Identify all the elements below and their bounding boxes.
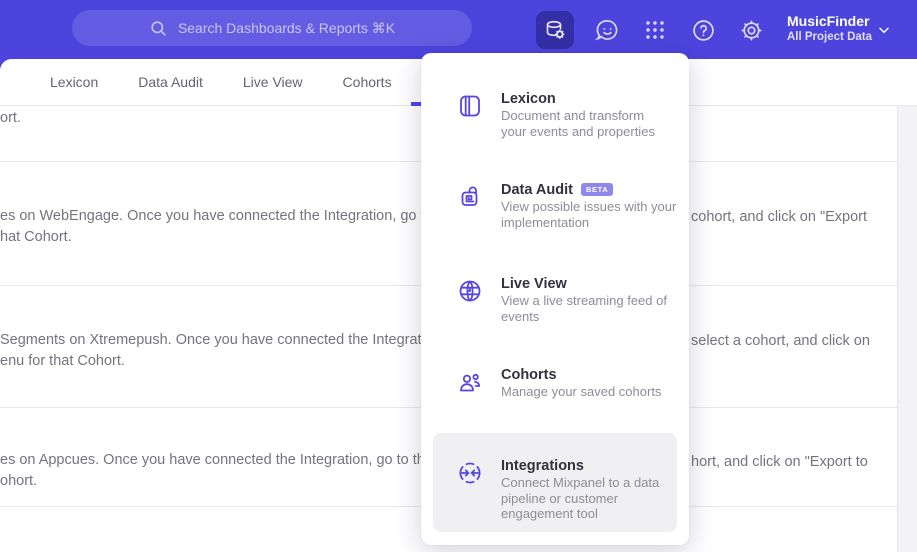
- menu-item-title: Lexicon: [501, 91, 556, 107]
- settings-button[interactable]: [732, 11, 770, 49]
- search-input[interactable]: Search Dashboards & Reports ⌘K: [72, 10, 472, 46]
- lexicon-icon: [457, 93, 483, 119]
- data-management-button[interactable]: [536, 11, 574, 49]
- cohorts-icon: [457, 369, 483, 395]
- row-text: select a cohort, and click on: [691, 333, 870, 349]
- menu-item-cohorts[interactable]: Cohorts Manage your saved cohorts: [457, 366, 677, 400]
- menu-item-live-view[interactable]: Live View View a live streaming feed of …: [457, 275, 677, 324]
- search-placeholder: Search Dashboards & Reports ⌘K: [177, 19, 396, 36]
- menu-item-desc: Document and transform: [501, 108, 645, 123]
- apps-button[interactable]: [636, 11, 674, 49]
- row-text: es on Appcues. Once you have connected t…: [0, 452, 449, 468]
- row-text: cohort, and click on "Export: [691, 209, 868, 225]
- menu-item-title: Live View: [501, 276, 567, 292]
- apps-grid-icon: [646, 21, 664, 39]
- tab-data-audit[interactable]: Data Audit: [138, 74, 203, 90]
- menu-item-title: Data Audit: [501, 182, 573, 198]
- menu-item-desc: engagement tool: [501, 506, 598, 521]
- project-switcher[interactable]: MusicFinder All Project Data: [787, 12, 872, 45]
- menu-item-desc: View possible issues with your: [501, 199, 677, 214]
- settings-gear-icon: [741, 20, 761, 41]
- project-subtitle: All Project Data: [787, 31, 872, 43]
- live-view-icon: [457, 278, 483, 304]
- chevron-down-icon[interactable]: [877, 23, 891, 37]
- feedback-smiley-icon: [594, 19, 617, 40]
- search-icon: [151, 20, 166, 36]
- row-text: ort.: [0, 110, 21, 126]
- menu-item-desc: Manage your saved cohorts: [501, 384, 662, 399]
- menu-item-desc: pipeline or customer: [501, 490, 619, 506]
- row-text: es on WebEngage. Once you have connected…: [0, 208, 457, 224]
- menu-item-data-audit[interactable]: Data Audit BETA View possible issues wit…: [457, 181, 677, 230]
- project-name: MusicFinder: [787, 13, 870, 29]
- row-text: enu for that Cohort.: [0, 353, 125, 369]
- beta-badge: BETA: [580, 182, 614, 196]
- help-icon: [692, 19, 714, 41]
- menu-item-desc: Connect Mixpanel to a data: [501, 475, 660, 490]
- data-audit-icon: [457, 184, 483, 210]
- menu-item-desc: implementation: [501, 214, 590, 230]
- menu-item-desc: events: [501, 308, 540, 324]
- feedback-button[interactable]: [588, 11, 626, 49]
- tab-lexicon[interactable]: Lexicon: [50, 74, 98, 90]
- row-text: hort, and click on "Export to: [691, 454, 868, 470]
- menu-item-lexicon[interactable]: Lexicon Document and transform your even…: [457, 90, 677, 139]
- scrollbar-track[interactable]: [897, 106, 917, 552]
- integrations-icon: [457, 460, 483, 486]
- app-window: Lexicon Data Audit Live View Cohorts ort…: [0, 0, 917, 552]
- menu-item-title: Cohorts: [501, 367, 557, 383]
- database-gear-icon: [546, 20, 565, 39]
- menu-item-desc: View a live streaming feed of: [501, 293, 667, 308]
- tab-live-view[interactable]: Live View: [243, 74, 303, 90]
- row-text: Segments on Xtremepush. Once you have co…: [0, 332, 445, 348]
- help-button[interactable]: [684, 11, 722, 49]
- menu-item-integrations[interactable]: Integrations Connect Mixpanel to a data …: [457, 457, 677, 522]
- menu-item-title: Integrations: [501, 458, 584, 474]
- nav-dropdown-menu: Lexicon Document and transform your even…: [421, 53, 689, 545]
- row-text: hat Cohort.: [0, 229, 72, 245]
- row-text: ohort.: [0, 473, 38, 489]
- tab-cohorts[interactable]: Cohorts: [343, 74, 392, 90]
- menu-item-desc: your events and properties: [501, 123, 655, 139]
